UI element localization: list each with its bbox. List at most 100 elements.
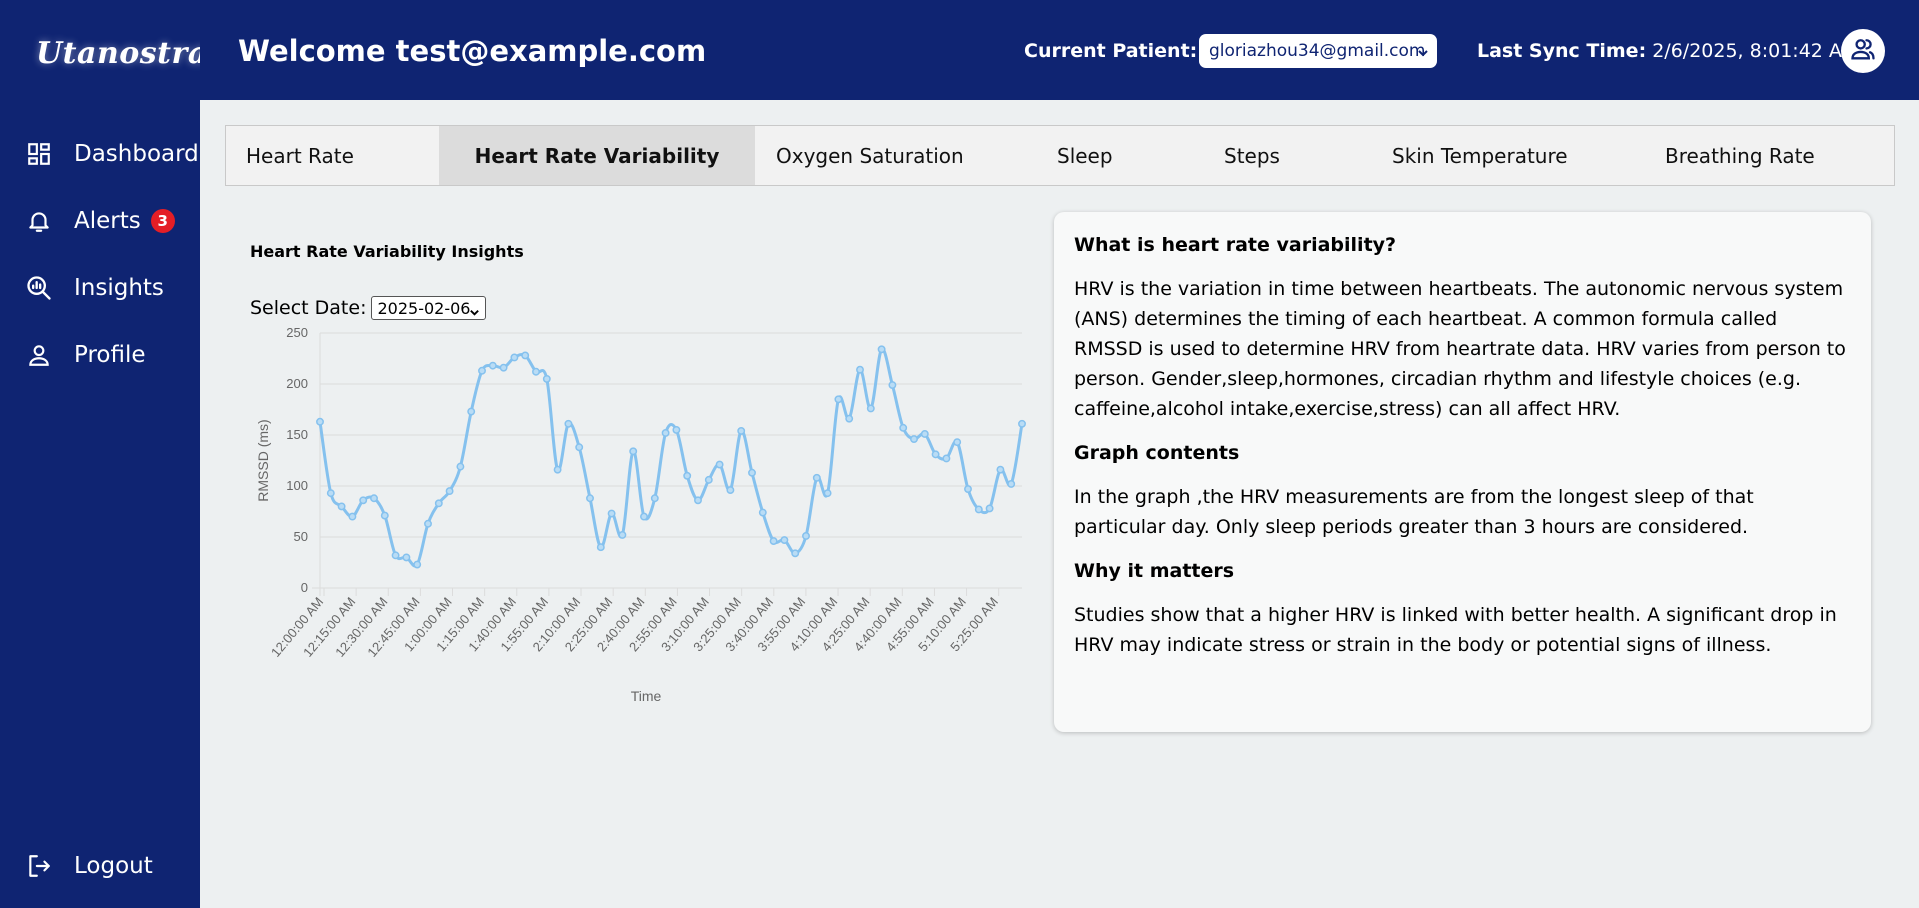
hrv-data-point [337, 502, 346, 511]
hrv-data-point [467, 407, 476, 416]
tab-oxygen-saturation[interactable]: Oxygen Saturation [776, 126, 964, 185]
hrv-data-point [845, 414, 854, 423]
current-patient-value: gloriazhou34@gmail.com [1209, 41, 1426, 61]
date-picker-row: Select Date: 2025-02-06 [250, 296, 487, 320]
sidebar-item-profile[interactable]: Profile [24, 335, 146, 375]
tab-sleep[interactable]: Sleep [1057, 126, 1113, 185]
y-tick-label: 150 [286, 427, 308, 442]
info-paragraph-what: HRV is the variation in time between hea… [1074, 278, 1846, 420]
hrv-data-point [888, 381, 897, 389]
users-icon [1849, 35, 1877, 67]
hrv-data-point [683, 471, 692, 480]
hrv-data-point [985, 504, 994, 513]
hrv-data-point [510, 353, 519, 362]
sidebar-item-label: Insights [74, 275, 164, 301]
hrv-data-point [866, 404, 875, 413]
hrv-data-point [877, 345, 886, 354]
hrv-data-point [564, 419, 573, 428]
hrv-data-point [380, 511, 389, 520]
y-tick-label: 250 [286, 325, 308, 340]
hrv-data-point [391, 551, 400, 560]
dashboard-icon [24, 139, 54, 169]
tab-skin-temperature[interactable]: Skin Temperature [1392, 126, 1568, 185]
hrv-data-point [402, 553, 411, 562]
y-tick-label: 50 [294, 529, 308, 544]
hrv-data-point [445, 487, 454, 496]
y-tick-label: 200 [286, 376, 308, 391]
y-tick-label: 0 [301, 580, 308, 595]
hrv-data-point [942, 454, 951, 463]
hrv-data-point [737, 426, 746, 435]
sidebar-item-alerts[interactable]: Alerts 3 [24, 201, 175, 241]
hrv-data-point [780, 536, 789, 545]
hrv-data-point [953, 438, 962, 447]
x-axis-title: Time [631, 688, 662, 704]
hrv-data-point [856, 365, 864, 374]
hrv-data-point [575, 443, 584, 452]
sidebar-item-label: Dashboard [74, 141, 199, 167]
tab-heart-rate-variability[interactable]: Heart Rate Variability [439, 126, 755, 185]
hrv-data-point [553, 465, 562, 474]
hrv-data-point [694, 496, 702, 505]
y-tick-label: 100 [286, 478, 308, 493]
hrv-data-point [1018, 419, 1026, 428]
hrv-data-point [370, 494, 378, 503]
hrv-data-point [650, 494, 659, 503]
hrv-info-card: What is heart rate variability? HRV is t… [1054, 212, 1871, 732]
hrv-data-point [802, 532, 810, 540]
hrv-data-point [1007, 480, 1016, 488]
tab-steps[interactable]: Steps [1224, 126, 1280, 185]
last-sync-time: Last Sync Time: 2/6/2025, 8:01:42 AM [1477, 40, 1858, 62]
insights-title: Heart Rate Variability Insights [250, 242, 524, 261]
current-patient-select[interactable]: gloriazhou34@gmail.com [1199, 34, 1437, 68]
hrv-data-point [618, 531, 627, 539]
hrv-data-point [326, 489, 335, 498]
app-logo[interactable]: Utanostraz [36, 36, 225, 71]
alerts-count-badge: 3 [150, 209, 175, 233]
date-value: 2025-02-06 [377, 298, 471, 318]
hrv-data-point [812, 473, 821, 482]
hrv-data-point [316, 417, 324, 426]
hrv-data-point [488, 361, 497, 370]
info-heading-graph: Graph contents [1074, 442, 1240, 464]
hrv-data-point [348, 512, 357, 521]
hrv-data-point [704, 475, 713, 484]
sidebar-item-insights[interactable]: Insights [24, 268, 164, 308]
bell-icon [24, 206, 54, 236]
tab-heart-rate[interactable]: Heart Rate [246, 126, 354, 185]
sidebar-item-label: Alerts [74, 208, 141, 234]
hrv-data-point [769, 537, 778, 546]
account-avatar-button[interactable] [1841, 29, 1885, 73]
logout-icon [24, 851, 54, 881]
hrv-data-point [672, 425, 681, 434]
metric-tabs: Heart Rate Heart Rate Variability Oxygen… [225, 125, 1895, 186]
info-paragraph-why: Studies show that a higher HRV is linked… [1074, 604, 1837, 656]
date-select[interactable]: 2025-02-06 [371, 296, 487, 320]
hrv-data-point [478, 366, 486, 375]
hrv-data-point [661, 429, 670, 437]
hrv-data-point [424, 519, 432, 528]
tab-breathing-rate[interactable]: Breathing Rate [1665, 126, 1815, 185]
hrv-data-point [748, 468, 756, 477]
sidebar: Utanostraz Dashboard Alerts 3 Insights P… [0, 0, 225, 908]
hrv-data-point [586, 494, 594, 503]
info-heading-why: Why it matters [1074, 560, 1235, 582]
hrv-line-chart: 05010015020025012:00:00 AM12:15:00 AM12:… [255, 325, 1026, 704]
hrv-data-point [532, 367, 540, 376]
hrv-data-point [715, 460, 724, 469]
hrv-data-point [920, 430, 929, 438]
sidebar-item-dashboard[interactable]: Dashboard [24, 134, 199, 174]
chevron-down-icon [1417, 44, 1429, 64]
hrv-data-point [996, 465, 1005, 474]
hrv-data-point [964, 485, 972, 494]
welcome-title: Welcome test@example.com [238, 34, 707, 68]
logout-button[interactable]: Logout [24, 846, 153, 886]
hrv-data-point [726, 486, 735, 495]
hrv-data-point [791, 549, 800, 558]
hrv-data-point [910, 435, 918, 444]
hrv-data-point [823, 489, 832, 498]
hrv-data-point [359, 496, 368, 505]
hrv-data-point [758, 508, 767, 517]
logout-label: Logout [74, 853, 153, 879]
hrv-data-point [834, 395, 843, 404]
